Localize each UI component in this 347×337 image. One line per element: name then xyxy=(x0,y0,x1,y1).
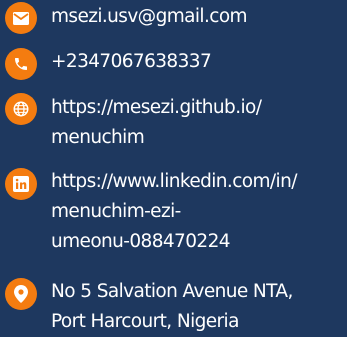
address-line-1: No 5 Salvation Avenue NTA, xyxy=(51,281,293,302)
contact-list: msezi.usv@gmail.com +2347067638337 https… xyxy=(0,0,347,336)
website-line-2: menuchim xyxy=(51,127,145,148)
phone-text: +2347067638337 xyxy=(51,51,212,72)
address-text-block: No 5 Salvation Avenue NTA, Port Harcourt… xyxy=(51,277,347,337)
website-link[interactable]: https://mesezi.github.io/ menuchim xyxy=(51,93,347,153)
linkedin-line-1: https://www.linkedin.com/in/ xyxy=(51,171,297,192)
envelope-icon xyxy=(5,2,37,34)
phone-link[interactable]: +2347067638337 xyxy=(51,47,347,77)
linkedin-line-3: umeonu-088470224 xyxy=(51,231,231,252)
linkedin-line-2: menuchim-ezi- xyxy=(51,201,181,222)
globe-icon xyxy=(5,93,37,125)
email-link[interactable]: msezi.usv@gmail.com xyxy=(51,2,347,32)
website-line-1: https://mesezi.github.io/ xyxy=(51,97,262,118)
address-line-2: Port Harcourt, Nigeria xyxy=(51,311,239,332)
phone-icon xyxy=(5,48,37,80)
linkedin-icon xyxy=(5,168,37,200)
linkedin-link[interactable]: https://www.linkedin.com/in/ menuchim-ez… xyxy=(51,167,347,257)
location-pin-icon xyxy=(5,278,37,310)
email-text: msezi.usv@gmail.com xyxy=(51,6,248,27)
